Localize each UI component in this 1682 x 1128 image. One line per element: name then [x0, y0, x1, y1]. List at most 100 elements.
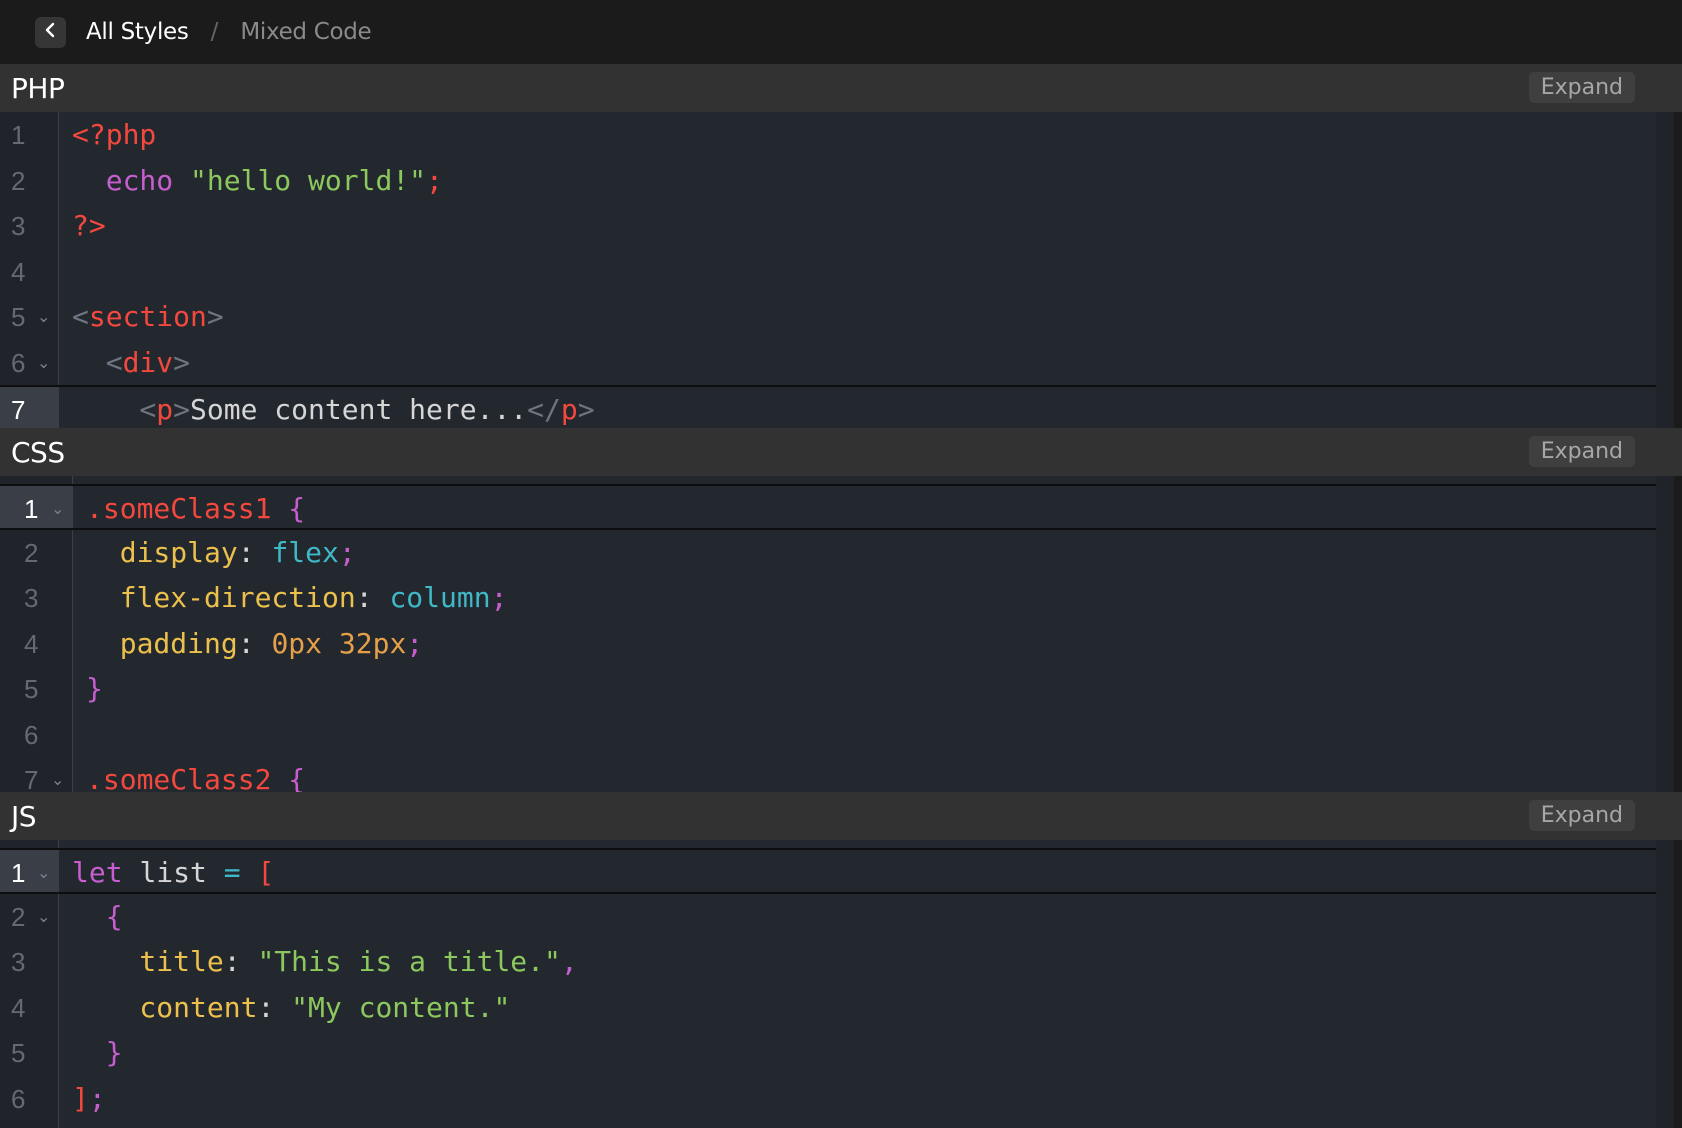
code-token: let	[72, 856, 140, 889]
js-panel: JS Expand 1 ⌄ let list = [2 ⌄ {3 title: "Th…	[0, 792, 1682, 1128]
code-line[interactable]: 3 ?>	[0, 203, 1674, 249]
code-token: :	[257, 990, 292, 1024]
code-line[interactable]: 3 title: "This is a title.",	[0, 939, 1674, 985]
code-token: >	[173, 393, 191, 426]
code-token: {	[288, 763, 306, 792]
code-text: title: "This is a title.",	[72, 939, 578, 985]
expand-button[interactable]: Expand	[1528, 72, 1635, 103]
code-line[interactable]: 7 ⌄ .someClass2 {	[0, 757, 1674, 792]
code-token: ,	[560, 945, 578, 978]
code-line[interactable]: 1 ⌄ let list = [	[0, 848, 1656, 894]
code-text: <p>Some content here...</p>	[72, 387, 595, 428]
code-token: ;	[338, 535, 356, 569]
code-token: ]	[72, 1081, 89, 1115]
panel-header: PHP Expand	[0, 64, 1682, 112]
code-text: flex-direction: column;	[86, 575, 508, 621]
line-number: 1	[11, 120, 26, 150]
code-text: ];	[72, 1076, 106, 1122]
code-token: p	[156, 393, 174, 426]
code-token: ;	[490, 581, 508, 614]
fold-chevron-icon[interactable]: ⌄	[37, 850, 50, 896]
code-token: "My content."	[291, 990, 511, 1024]
code-token: [	[257, 856, 275, 889]
code-token: <?php	[72, 118, 157, 151]
back-button[interactable]	[35, 16, 66, 48]
code-token: Some content here...	[190, 393, 528, 426]
code-line[interactable]: 2 display: flex;	[0, 530, 1674, 576]
code-line[interactable]: 6	[0, 712, 1674, 758]
code-line[interactable]: 5}	[0, 666, 1674, 712]
line-number: 4	[11, 256, 26, 287]
code-token: }	[72, 1036, 123, 1069]
code-token: >	[577, 393, 595, 426]
code-text: <?php	[72, 112, 156, 158]
fold-chevron-icon[interactable]: ⌄	[37, 294, 50, 340]
code-token: {	[288, 492, 306, 525]
code-token: }	[86, 672, 103, 705]
code-line[interactable]: 3 flex-direction: column;	[0, 575, 1674, 621]
panel-header: CSS Expand	[0, 428, 1682, 476]
code-line[interactable]: 2 ⌄ {	[0, 894, 1674, 940]
code-text: padding: 0px 32px;	[86, 621, 423, 667]
code-line[interactable]: 7 <p>Some content here...</p>	[0, 385, 1656, 428]
fold-chevron-icon[interactable]: ⌄	[51, 486, 64, 532]
code-token: =	[223, 856, 258, 889]
code-line[interactable]: 2 echo "hello world!";	[0, 158, 1674, 204]
code-token: .someClass1	[86, 492, 289, 525]
code-text: .someClass1 {	[86, 486, 305, 532]
breadcrumb-separator: /	[210, 19, 219, 45]
code-token: >	[173, 345, 191, 379]
code-text: }	[86, 666, 103, 712]
code-token: ?>	[72, 209, 106, 242]
line-number: 2	[11, 165, 26, 196]
code-line[interactable]: 1 ⌄ .someClass1 {	[0, 484, 1656, 530]
code-line[interactable]: 4	[0, 249, 1674, 295]
code-line[interactable]: 6];	[0, 1076, 1674, 1122]
code-token: content	[72, 990, 258, 1024]
expand-button[interactable]: Expand	[1528, 436, 1635, 467]
code-line[interactable]: 4 padding: 0px 32px;	[0, 621, 1674, 667]
code-text: {	[72, 894, 123, 940]
fold-chevron-icon[interactable]: ⌄	[37, 340, 50, 386]
code-text: ?>	[72, 203, 106, 249]
line-number: 6	[11, 1083, 26, 1114]
code-token: "This is a title."	[257, 945, 561, 978]
code-line[interactable]: 1 <?php	[0, 112, 1674, 158]
panel-title: CSS	[11, 435, 65, 469]
line-number: 5	[11, 1038, 26, 1068]
code-line[interactable]: 5 }	[0, 1030, 1674, 1076]
line-number: 3	[24, 583, 39, 613]
code-token: :	[237, 626, 272, 660]
panel-header: JS Expand	[0, 792, 1682, 840]
panel-title: PHP	[11, 71, 65, 105]
code-token: section	[88, 300, 207, 333]
code-token: display	[86, 535, 238, 569]
code-token: :	[355, 581, 390, 614]
code-token: .someClass2	[86, 763, 289, 792]
app-root: All Styles / Mixed Code PHP Expand 1 <?ph…	[0, 0, 1682, 1128]
code-line[interactable]: 4 content: "My content."	[0, 985, 1674, 1031]
code-text: <section>	[72, 294, 224, 340]
line-number: 6	[24, 719, 39, 750]
fold-chevron-icon[interactable]: ⌄	[51, 757, 64, 792]
code-text: .someClass2 {	[86, 757, 305, 792]
breadcrumb-current[interactable]: All Styles	[86, 19, 189, 45]
chevron-left-icon	[44, 22, 58, 42]
code-text: content: "My content."	[72, 985, 510, 1031]
code-token: :	[237, 535, 272, 569]
code-line[interactable]: 5 ⌄ <section>	[0, 294, 1674, 340]
code-editor[interactable]: 1 ⌄ .someClass1 {2 display: flex; 3 flex-di…	[0, 476, 1682, 792]
expand-button[interactable]: Expand	[1528, 800, 1635, 831]
code-editor[interactable]: 1 ⌄ let list = [2 ⌄ {3 title: "This is a ti…	[0, 840, 1682, 1128]
code-token: column	[389, 581, 491, 614]
code-token: ;	[406, 626, 424, 660]
code-token: <	[72, 300, 89, 333]
code-token: <	[72, 345, 123, 379]
php-panel: PHP Expand 1 <?php 2 echo "hello world!"; 3…	[0, 64, 1682, 428]
code-text: <div>	[72, 340, 190, 386]
code-token: >	[206, 300, 224, 333]
code-editor[interactable]: 1 <?php 2 echo "hello world!"; 3 ?> 4 5 ⌄ <secti…	[0, 112, 1682, 428]
code-line[interactable]: 6 ⌄ <div>	[0, 340, 1674, 386]
top-bar: All Styles / Mixed Code	[0, 0, 1682, 64]
fold-chevron-icon[interactable]: ⌄	[37, 894, 50, 940]
